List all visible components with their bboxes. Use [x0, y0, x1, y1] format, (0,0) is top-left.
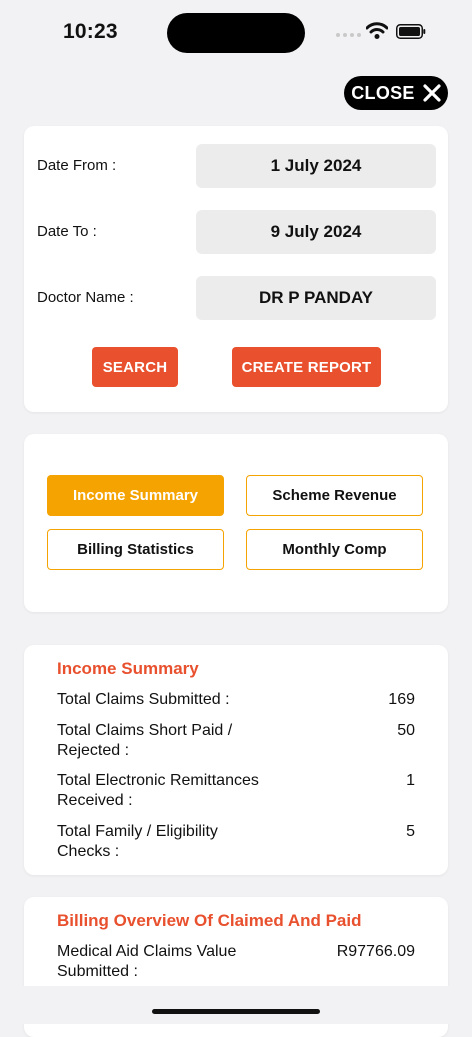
- row-label: Total Claims Short Paid / Rejected :: [57, 722, 233, 759]
- row-value: 169: [388, 691, 415, 708]
- close-icon: [423, 84, 441, 102]
- billing-overview-title: Billing Overview Of Claimed And Paid: [57, 911, 362, 930]
- row-label: Total Family / Eligibility Checks :: [57, 823, 218, 860]
- report-tabs-card: Income Summary Scheme Revenue Billing St…: [24, 434, 448, 612]
- date-from-label: Date From :: [37, 157, 117, 174]
- filter-card: Date From : 1 July 2024 Date To : 9 July…: [24, 126, 448, 412]
- battery-icon: [396, 24, 426, 39]
- row-label: Total Claims Submitted :: [57, 691, 230, 708]
- close-button-label: CLOSE: [351, 82, 415, 103]
- date-to-label: Date To :: [37, 223, 97, 240]
- date-to-field[interactable]: 9 July 2024: [196, 210, 436, 254]
- row-value: 5: [406, 823, 415, 840]
- tab-scheme-revenue[interactable]: Scheme Revenue: [246, 475, 423, 516]
- row-label: Total Electronic Remittances Received :: [57, 772, 259, 809]
- row-value: R97766.09: [336, 943, 415, 960]
- wifi-icon: [366, 22, 388, 39]
- row-value: 50: [397, 722, 415, 739]
- row-label: Medical Aid Claims Value Submitted :: [57, 943, 237, 980]
- doctor-name-field[interactable]: DR P PANDAY: [196, 276, 436, 320]
- signal-icon: [336, 33, 361, 37]
- tab-monthly-comp[interactable]: Monthly Comp: [246, 529, 423, 570]
- bottom-safe-area: [0, 986, 472, 1024]
- tab-billing-statistics[interactable]: Billing Statistics: [47, 529, 224, 570]
- create-report-button[interactable]: CREATE REPORT: [232, 347, 381, 387]
- date-from-field[interactable]: 1 July 2024: [196, 144, 436, 188]
- close-button[interactable]: CLOSE: [344, 76, 448, 110]
- status-bar: 10:23: [0, 0, 472, 64]
- row-value: 1: [406, 772, 415, 789]
- status-time: 10:23: [63, 20, 118, 43]
- income-summary-title: Income Summary: [57, 659, 199, 678]
- home-indicator[interactable]: [152, 1009, 320, 1014]
- tab-income-summary[interactable]: Income Summary: [47, 475, 224, 516]
- income-summary-card: Income Summary Total Claims Submitted : …: [24, 645, 448, 875]
- search-button[interactable]: SEARCH: [92, 347, 178, 387]
- doctor-name-label: Doctor Name :: [37, 289, 134, 306]
- dynamic-island: [167, 13, 305, 53]
